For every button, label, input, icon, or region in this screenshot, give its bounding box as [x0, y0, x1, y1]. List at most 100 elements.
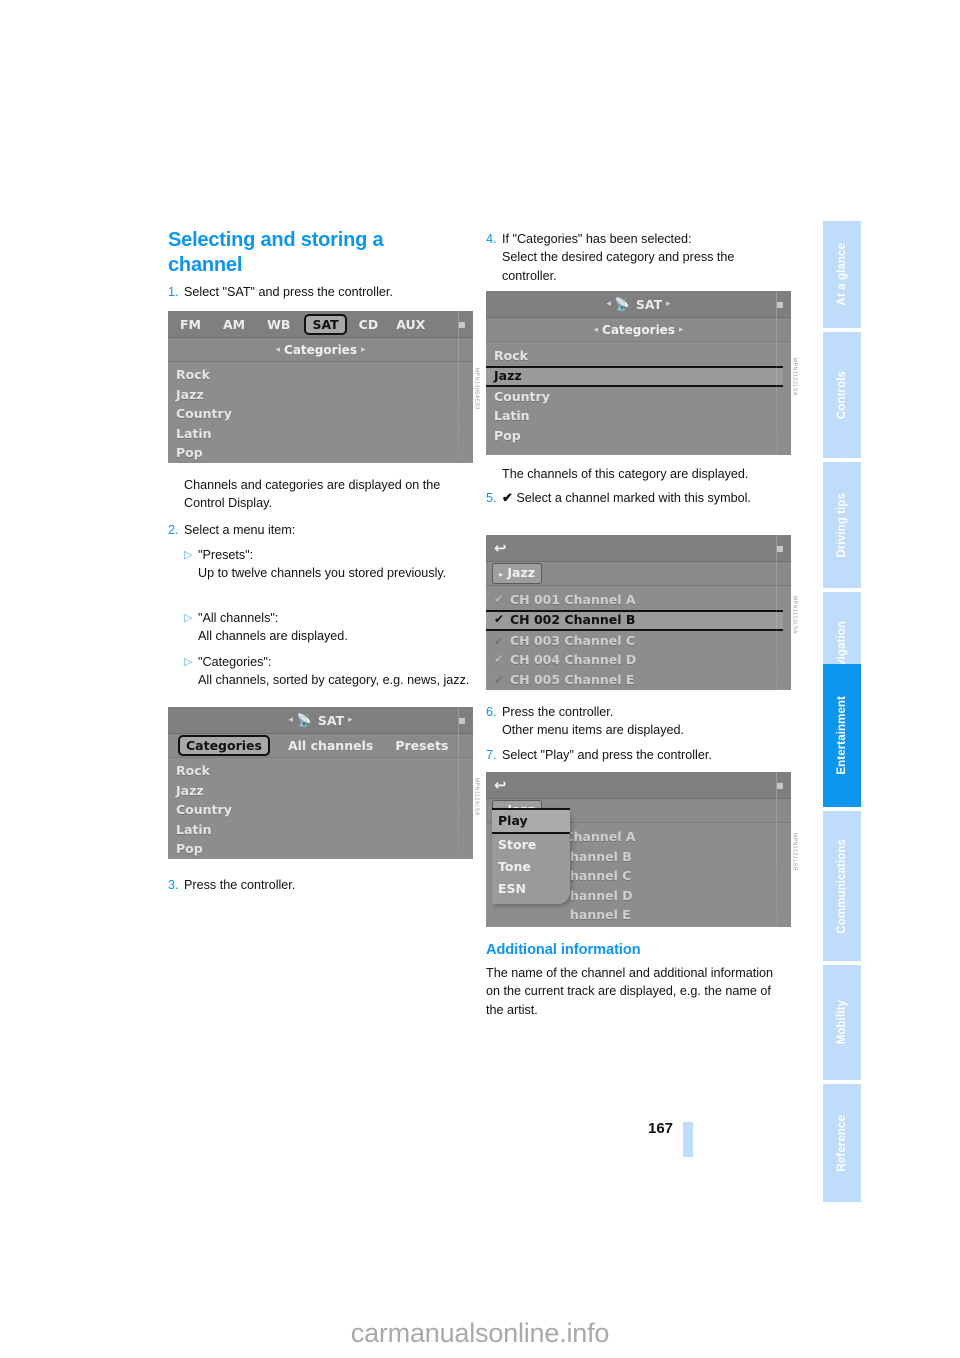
home-icon[interactable]: ▪ [776, 297, 784, 311]
list-item[interactable]: Pop [176, 839, 473, 859]
category-header-bar: ◂ Categories ▸ [486, 318, 791, 342]
list-item[interactable]: Latin [176, 424, 473, 444]
channel-label: CH 005 Channel E [510, 671, 635, 687]
sidebar-tab-reference[interactable]: Reference [823, 1084, 861, 1202]
source-tab-fm[interactable]: FM [180, 317, 201, 332]
page-marker [683, 1122, 693, 1157]
scroll-indicator [458, 311, 459, 463]
step-1: 1. Select "SAT" and press the controller… [168, 283, 473, 301]
source-tab-cd[interactable]: CD [359, 317, 379, 332]
home-icon[interactable]: ▪ [776, 541, 784, 555]
menu-item-store[interactable]: Store [492, 834, 570, 856]
step-text: Select "SAT" and press the controller. [184, 285, 393, 299]
list-item[interactable]: Latin [494, 406, 791, 426]
list-item[interactable]: Rock [176, 365, 473, 385]
list-item-selected[interactable]: ✔ CH 002 Channel B [486, 609, 783, 631]
list-item[interactable]: Country [176, 800, 473, 820]
bullet-title: "All channels": [198, 611, 279, 625]
screenshot-sat-category-select: ◂ 📡 SAT ▸ ▪ ◂ Categories ▸ Rock Jazz Cou… [486, 291, 791, 455]
right-arrow-icon[interactable]: ▸ [662, 299, 675, 309]
right-arrow-icon[interactable]: ▸ [344, 715, 357, 725]
sidebar-tab-driving-tips[interactable]: Driving tips [823, 462, 861, 588]
step-number: 5. [486, 491, 497, 505]
left-arrow-icon[interactable]: ◂ [590, 325, 603, 335]
bullet-text: All channels, sorted by category, e.g. n… [198, 673, 470, 688]
home-icon[interactable]: ▪ [776, 778, 784, 792]
step-number: 6. [486, 705, 497, 719]
channel-label: hannel C [570, 868, 632, 883]
additional-information-text: The name of the channel and additional i… [486, 966, 774, 1017]
home-icon[interactable]: ▪ [458, 317, 466, 331]
sidebar-tab-controls[interactable]: Controls [823, 332, 861, 458]
list-item[interactable]: hannel E [494, 905, 791, 925]
list-item[interactable]: Latin [176, 820, 473, 840]
scroll-indicator [776, 772, 777, 927]
menu-item-play[interactable]: Play [492, 808, 570, 834]
sidebar-tab-label: Driving tips [836, 492, 848, 558]
tab-all-channels[interactable]: All channels [288, 738, 373, 753]
caption-control-display: Channels and categories are displayed on… [184, 478, 441, 511]
source-tab-aux[interactable]: AUX [396, 317, 425, 332]
channel-label: CH 001 Channel A [510, 592, 636, 607]
tab-categories[interactable]: Categories [178, 735, 270, 756]
right-arrow-icon[interactable]: ▸ [675, 325, 688, 335]
sidebar-tab-at-a-glance[interactable]: At a glance [823, 221, 861, 328]
channel-label: hannel D [570, 887, 633, 903]
sidebar-tab-label: Mobility [836, 1000, 848, 1045]
satellite-icon: 📡 [296, 713, 312, 727]
triangle-bullet-icon: ▷ [184, 549, 193, 561]
left-arrow-icon[interactable]: ◂ [284, 715, 297, 725]
screenshot-sat-channel-context-menu: ↩ ▪ ▸ Jazz ✔ CH 001 Channel A hannel B [486, 772, 791, 927]
sidebar-tab-communications[interactable]: Communications [823, 811, 861, 961]
back-arrow-icon[interactable]: ↩ [494, 539, 507, 557]
list-item[interactable]: Country [176, 404, 473, 424]
step-number: 3. [168, 878, 179, 892]
back-arrow-icon[interactable]: ↩ [494, 776, 507, 794]
context-menu: Play Store Tone ESN [492, 808, 570, 904]
list-item[interactable]: ✔ CH 004 Channel D [494, 650, 791, 670]
channel-list: ✔ CH 001 Channel A ✔ CH 002 Channel B ✔ … [486, 586, 791, 689]
menu-item-tone[interactable]: Tone [492, 856, 570, 878]
menu-item-esn[interactable]: ESN [492, 878, 570, 900]
breadcrumb-bar: ▸ Jazz [486, 562, 791, 586]
category-header-label: Categories [602, 322, 675, 337]
list-item[interactable]: Jazz [176, 781, 473, 801]
tab-presets[interactable]: Presets [395, 738, 448, 753]
breadcrumb-jazz[interactable]: ▸ Jazz [492, 563, 543, 584]
source-tab-wb[interactable]: WB [267, 317, 290, 332]
right-arrow-icon[interactable]: ▸ [357, 345, 370, 355]
source-tab-am[interactable]: AM [223, 317, 245, 332]
bullet-title: "Categories": [198, 655, 272, 669]
list-item[interactable]: Country [494, 387, 791, 407]
category-header-bar: ◂ Categories ▸ [168, 338, 473, 362]
list-item-selected[interactable]: Jazz [486, 365, 783, 387]
channel-label: hannel E [570, 907, 631, 922]
step-text: Select "Play" and press the controller. [502, 748, 712, 762]
figure-code: MPN1123LSA [791, 595, 798, 634]
list-item[interactable]: Pop [176, 443, 473, 463]
list-item[interactable]: ✔ CH 003 Channel C [494, 631, 791, 651]
list-item[interactable]: Jazz [176, 385, 473, 405]
left-arrow-icon[interactable]: ◂ [272, 345, 285, 355]
sidebar-tab-entertainment[interactable]: Entertainment [823, 664, 861, 807]
list-item[interactable]: Rock [494, 346, 791, 366]
bullet-presets: ▷ "Presets": Up to twelve channels you s… [184, 546, 474, 583]
source-tab-sat[interactable]: SAT [304, 313, 347, 335]
figure-code: MPN1305AE83 [473, 367, 480, 410]
sidebar-tab-label: At a glance [836, 243, 848, 306]
bullet-text: Up to twelve channels you stored previou… [198, 566, 447, 581]
list-item[interactable]: ✔ CH 001 Channel A [494, 590, 791, 610]
channel-label: CH 002 Channel B [510, 612, 636, 628]
list-item[interactable]: Rock [176, 761, 473, 781]
step-text: Select a channel marked with this symbol… [516, 491, 751, 505]
manual-page: At a glance Controls Driving tips Naviga… [0, 0, 960, 1358]
left-arrow-icon[interactable]: ◂ [602, 299, 615, 309]
step-text: Press the controller. [184, 878, 296, 892]
list-item[interactable]: ✔ CH 005 Channel E [494, 670, 791, 690]
home-icon[interactable]: ▪ [458, 713, 466, 727]
screenshot-sat-channel-list: ↩ ▪ ▸ Jazz ✔ CH 001 Channel A ✔ CH 002 C… [486, 535, 791, 690]
caption-channels-displayed: The channels of this category are displa… [502, 467, 749, 481]
list-item[interactable]: Pop [494, 426, 791, 446]
sidebar-tab-mobility[interactable]: Mobility [823, 965, 861, 1080]
sidebar-tab-label: Reference [836, 1114, 848, 1172]
